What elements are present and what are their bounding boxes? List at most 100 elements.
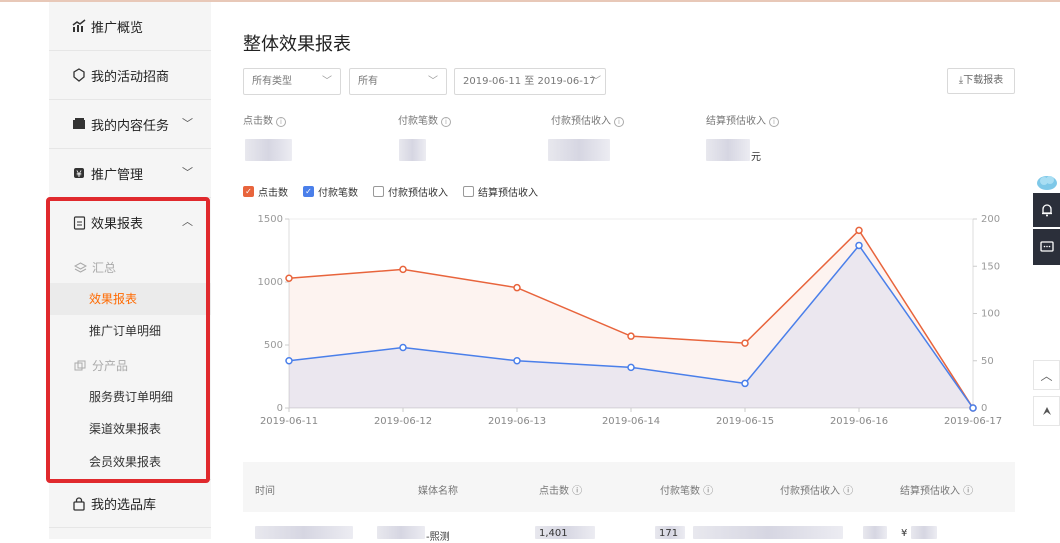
x-tick-label: 2019-06-11	[260, 416, 318, 427]
column-header: 付款笔数 ⓘ	[660, 486, 714, 497]
y-left-tick-label: 0	[277, 403, 283, 414]
y-right-tick-label: 0	[981, 403, 987, 414]
media-select[interactable]: 所有 ﹀	[349, 68, 447, 95]
metric-settle-income-label: 结算预估收入 i	[706, 112, 779, 127]
legend-item-clicks[interactable]: ✓ 点击数	[243, 184, 288, 199]
data-point	[285, 274, 293, 282]
checkbox-checked-icon: ✓	[243, 186, 254, 197]
metric-label-text: 付款预估收入	[551, 116, 611, 127]
column-header-text: 付款笔数	[660, 486, 700, 497]
column-header: 时间	[255, 486, 275, 497]
metric-label-text: 点击数	[243, 116, 273, 127]
cell-media-redacted	[377, 526, 425, 539]
data-point	[741, 339, 749, 347]
data-point	[513, 283, 521, 292]
sidebar-item-activity[interactable]: 我的活动招商	[49, 51, 211, 100]
table-header: 时间 媒体名称 点击数 ⓘ 付款笔数 ⓘ 付款预估收入 ⓘ 结算预估收入 ⓘ	[243, 462, 1015, 512]
metric-clicks-value-redacted	[245, 139, 292, 161]
info-icon[interactable]: i	[614, 117, 624, 127]
y-right-tick-label: 150	[981, 261, 1000, 272]
shield-icon	[71, 67, 87, 83]
column-header: 媒体名称	[418, 486, 458, 497]
info-icon[interactable]: i	[441, 117, 451, 127]
column-header-text: 结算预估收入	[900, 486, 960, 497]
sidebar-item-label: 我的活动招商	[91, 69, 170, 85]
x-tick-label: 2019-06-13	[488, 416, 546, 427]
tool-icon[interactable]	[1033, 396, 1060, 426]
chevron-down-icon: ﹀	[182, 166, 193, 179]
cell-settle-redacted-a	[863, 526, 887, 539]
sidebar-item-selection-library[interactable]: 我的选品库	[49, 479, 211, 528]
x-tick-label: 2019-06-12	[374, 416, 432, 427]
legend-label: 结算预估收入	[478, 188, 538, 199]
metric-label-text: 付款笔数	[398, 116, 438, 127]
legend-item-payments[interactable]: ✓ 付款笔数	[303, 184, 358, 199]
download-label: 下载报表	[963, 75, 1004, 86]
x-tick-label: 2019-06-15	[716, 416, 774, 427]
info-icon[interactable]: i	[276, 117, 286, 127]
date-range-picker[interactable]: 2019-06-11 至 2019-06-17 ﹀	[454, 68, 606, 95]
type-select[interactable]: 所有类型 ﹀	[243, 68, 341, 95]
column-header-text: 付款预估收入	[780, 486, 840, 497]
cell-media: -熙测	[426, 532, 450, 543]
data-point	[627, 363, 635, 372]
chevron-down-icon: ﹀	[322, 76, 332, 87]
sidebar-item-label: 推广管理	[91, 167, 144, 183]
data-point	[399, 265, 407, 274]
chevron-down-icon: ﹀	[428, 76, 438, 87]
type-select-value: 所有类型	[252, 76, 292, 87]
x-tick-label: 2019-06-17	[944, 416, 1002, 427]
cell-pay-income-redacted	[693, 526, 843, 539]
sidebar-item-content-tasks[interactable]: 我的内容任务 ﹀	[49, 100, 211, 149]
coin-icon: ¥	[71, 165, 87, 181]
data-point	[399, 343, 407, 352]
cell-date-redacted	[255, 526, 353, 539]
sidebar-item-label: 我的选品库	[91, 498, 157, 513]
y-left-tick-label: 500	[264, 340, 283, 351]
page-title: 整体效果报表	[243, 34, 351, 55]
media-select-value: 所有	[358, 76, 378, 87]
metric-label-text: 结算预估收入	[706, 116, 766, 127]
sidebar-item-label: 我的内容任务	[91, 118, 170, 134]
sidebar-item-promotion-management[interactable]: ¥ 推广管理 ﹀	[49, 149, 211, 198]
legend-item-settle-income[interactable]: 结算预估收入	[463, 184, 538, 199]
highlight-frame	[46, 197, 210, 483]
metric-clicks-label: 点击数 i	[243, 112, 286, 127]
svg-text:¥: ¥	[76, 170, 82, 180]
data-point	[285, 357, 293, 365]
cell-settle-redacted-b	[911, 526, 937, 539]
data-point	[627, 332, 635, 340]
main-content: 整体效果报表 所有类型 ﹀ 所有 ﹀ 2019-06-11 至 2019-06-…	[243, 0, 1023, 543]
legend-label: 付款笔数	[318, 188, 358, 199]
legend-item-pay-income[interactable]: 付款预估收入	[373, 184, 448, 199]
download-report-button[interactable]: ⤓下载报表	[947, 68, 1015, 94]
bell-icon[interactable]	[1033, 193, 1060, 227]
metric-pay-income-label: 付款预估收入 i	[551, 112, 624, 127]
cloud-avatar-icon[interactable]	[1033, 170, 1060, 194]
x-tick-label: 2019-06-14	[602, 416, 660, 427]
chart-icon	[71, 18, 87, 34]
metric-payments-label: 付款笔数 i	[398, 112, 451, 127]
line-chart: 2019-06-11 2019-06-12 2019-06-13 2019-06-14…	[258, 214, 1003, 427]
column-header: 点击数 ⓘ	[539, 486, 583, 497]
y-left-tick-label: 1000	[258, 277, 283, 288]
bag-icon	[71, 496, 87, 512]
metric-unit: 元	[751, 152, 761, 163]
sidebar-item-label: 推广概览	[91, 20, 144, 36]
sidebar-item-overview[interactable]: 推广概览	[49, 2, 211, 51]
y-right-tick-label: 50	[981, 356, 994, 367]
cell-payments: 171	[659, 528, 679, 539]
date-range-value: 2019-06-11 至 2019-06-17	[463, 76, 596, 87]
chevron-up-icon[interactable]: ︿	[1033, 360, 1060, 390]
chart-legend: ✓ 点击数 ✓ 付款笔数 付款预估收入 结算预估收入	[243, 184, 553, 199]
chat-icon[interactable]	[1033, 229, 1060, 265]
data-point	[513, 357, 521, 365]
data-point	[855, 241, 863, 250]
y-left-tick-label: 1500	[258, 214, 283, 225]
metric-pay-income-value-redacted	[548, 139, 610, 161]
x-tick-label: 2019-06-16	[830, 416, 888, 427]
metric-payments-value-redacted	[399, 139, 426, 161]
legend-label: 点击数	[258, 188, 288, 199]
info-icon[interactable]: i	[769, 117, 779, 127]
chevron-down-icon: ﹀	[182, 117, 193, 130]
